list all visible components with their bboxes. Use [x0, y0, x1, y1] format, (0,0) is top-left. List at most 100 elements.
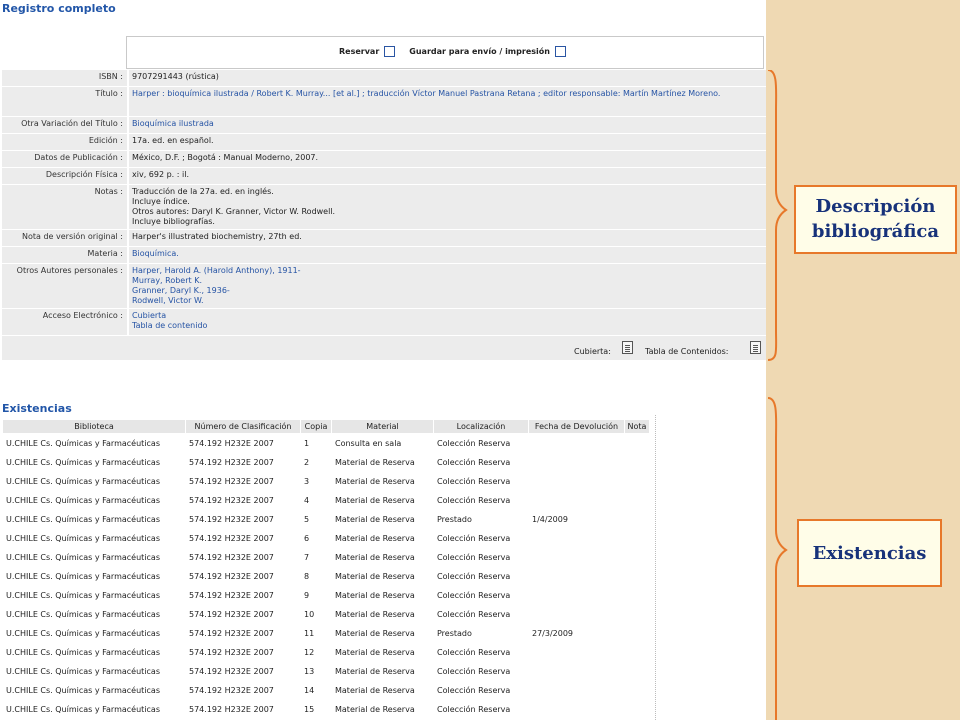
record-row-edicion: Edición : 17a. ed. en español.	[2, 134, 766, 150]
holdings-cell: 574.192 H232E 2007	[189, 590, 274, 600]
holdings-cell: 1/4/2009	[532, 514, 568, 524]
holdings-cell: Material de Reserva	[335, 457, 415, 467]
record-footer: Cubierta: Tabla de Contenidos:	[2, 336, 766, 360]
record-row-acceso: Acceso Electrónico : Cubierta Tabla de c…	[2, 309, 766, 335]
holdings-cell: 574.192 H232E 2007	[189, 666, 274, 676]
holdings-cell	[529, 434, 624, 452]
author-link[interactable]: Granner, Daryl K., 1936-	[132, 286, 763, 296]
holdings-row: U.CHILE Cs. Químicas y Farmacéuticas 574.…	[3, 548, 649, 566]
holdings-cell	[529, 586, 624, 604]
record-row-version-original: Nota de versión original : Harper's illu…	[2, 230, 766, 246]
brace-descripcion	[767, 70, 788, 361]
field-label: Nota de versión original :	[2, 230, 129, 246]
holdings-cell: Material de Reserva	[335, 609, 415, 619]
cubierta-link[interactable]: Cubierta	[132, 311, 763, 321]
holdings-cell: Prestado	[437, 628, 472, 638]
holdings-cell: 574.192 H232E 2007	[189, 438, 274, 448]
annotation-line: Descripción	[815, 196, 936, 217]
field-value-isbn: 9707291443 (rústica)	[129, 70, 766, 86]
holdings-cell: Colección Reserva	[437, 571, 511, 581]
holdings-cell: 574.192 H232E 2007	[189, 609, 274, 619]
holdings-row: U.CHILE Cs. Químicas y Farmacéuticas 574.…	[3, 510, 649, 528]
author-link[interactable]: Rodwell, Victor W.	[132, 296, 763, 306]
holdings-cell: U.CHILE Cs. Químicas y Farmacéuticas	[6, 628, 160, 638]
document-icon[interactable]	[622, 341, 633, 354]
record-table: ISBN : 9707291443 (rústica) Título : Har…	[2, 69, 766, 336]
holdings-cell	[625, 472, 649, 490]
holdings-cell	[529, 662, 624, 680]
catalog-window: Registro completo Reservar Guardar para …	[0, 0, 766, 720]
reservar-checkbox[interactable]	[384, 46, 396, 57]
nota-line: Traducción de la 27a. ed. en inglés.	[132, 187, 274, 196]
holdings-cell	[625, 491, 649, 509]
holdings-cell: Material de Reserva	[335, 571, 415, 581]
field-value-titulo-link[interactable]: Harper : bioquímica ilustrada / Robert K…	[129, 87, 766, 116]
field-label: Descripción Física :	[2, 168, 129, 184]
document-icon[interactable]	[750, 341, 761, 354]
field-value-notas: Traducción de la 27a. ed. en inglés. Inc…	[129, 185, 766, 229]
holdings-cell	[625, 434, 649, 452]
holdings-cell: U.CHILE Cs. Químicas y Farmacéuticas	[6, 590, 160, 600]
tabla-contenido-link[interactable]: Tabla de contenido	[132, 321, 763, 331]
holdings-cell: U.CHILE Cs. Químicas y Farmacéuticas	[6, 552, 160, 562]
field-value-variacion-link[interactable]: Bioquímica ilustrada	[129, 117, 766, 133]
holdings-cell: U.CHILE Cs. Químicas y Farmacéuticas	[6, 609, 160, 619]
holdings-row: U.CHILE Cs. Químicas y Farmacéuticas 574.…	[3, 529, 649, 547]
column-header: Número de Clasificación	[186, 420, 300, 433]
holdings-cell: 574.192 H232E 2007	[189, 571, 274, 581]
holdings-row: U.CHILE Cs. Químicas y Farmacéuticas 574.…	[3, 700, 649, 718]
holdings-row: U.CHILE Cs. Químicas y Farmacéuticas 574.…	[3, 434, 649, 452]
field-value-publicacion: México, D.F. ; Bogotá : Manual Moderno, …	[129, 151, 766, 167]
holdings-row: U.CHILE Cs. Químicas y Farmacéuticas 574.…	[3, 491, 649, 509]
holdings-cell: Material de Reserva	[335, 495, 415, 505]
holdings-cell: Colección Reserva	[437, 438, 511, 448]
field-label: Edición :	[2, 134, 129, 150]
field-value-autores: Harper, Harold A. (Harold Anthony), 1911…	[129, 264, 766, 308]
holdings-cell	[529, 567, 624, 585]
holdings-cell: Colección Reserva	[437, 495, 511, 505]
holdings-cell	[529, 700, 624, 718]
field-value-materia-link[interactable]: Bioquímica.	[129, 247, 766, 263]
holdings-cell: 4	[304, 495, 310, 505]
holdings-cell: U.CHILE Cs. Químicas y Farmacéuticas	[6, 457, 160, 467]
holdings-cell	[625, 681, 649, 699]
holdings-cell: Colección Reserva	[437, 476, 511, 486]
holdings-row: U.CHILE Cs. Químicas y Farmacéuticas 574.…	[3, 643, 649, 661]
holdings-cell: 9	[304, 590, 310, 600]
cubierta-footer-label: Cubierta:	[574, 347, 611, 356]
author-link[interactable]: Murray, Robert K.	[132, 276, 763, 286]
holdings-cell: Colección Reserva	[437, 609, 511, 619]
holdings-cell	[625, 529, 649, 547]
record-row-variacion: Otra Variación del Título : Bioquímica i…	[2, 117, 766, 133]
holdings-cell: U.CHILE Cs. Químicas y Farmacéuticas	[6, 685, 160, 695]
field-value-acceso: Cubierta Tabla de contenido	[129, 309, 766, 335]
column-header: Localización	[434, 420, 528, 433]
holdings-row: U.CHILE Cs. Químicas y Farmacéuticas 574.…	[3, 662, 649, 680]
guardar-checkbox[interactable]	[554, 46, 566, 57]
holdings-cell: U.CHILE Cs. Químicas y Farmacéuticas	[6, 514, 160, 524]
holdings-cell: Consulta en sala	[335, 438, 402, 448]
holdings-header: Biblioteca Número de Clasificación Copia…	[3, 420, 649, 433]
holdings-cell	[625, 586, 649, 604]
dotted-divider	[655, 415, 656, 720]
record-row-notas: Notas : Traducción de la 27a. ed. en ing…	[2, 185, 766, 229]
record-row-titulo: Título : Harper : bioquímica ilustrada /…	[2, 87, 766, 116]
holdings-cell	[529, 472, 624, 490]
column-header: Copia	[301, 420, 331, 433]
record-row-isbn: ISBN : 9707291443 (rústica)	[2, 70, 766, 86]
holdings-cell	[625, 453, 649, 471]
author-link[interactable]: Harper, Harold A. (Harold Anthony), 1911…	[132, 266, 763, 276]
holdings-cell	[625, 567, 649, 585]
holdings-cell: Colección Reserva	[437, 590, 511, 600]
field-label: Materia :	[2, 247, 129, 263]
holdings-cell: U.CHILE Cs. Químicas y Farmacéuticas	[6, 495, 160, 505]
holdings-cell: U.CHILE Cs. Químicas y Farmacéuticas	[6, 647, 160, 657]
holdings-cell	[529, 605, 624, 623]
holdings-cell	[529, 491, 624, 509]
holdings-cell	[529, 453, 624, 471]
holdings-cell: 574.192 H232E 2007	[189, 552, 274, 562]
guardar-label: Guardar para envío / impresión	[409, 47, 550, 56]
holdings-cell: Material de Reserva	[335, 666, 415, 676]
holdings-cell: U.CHILE Cs. Químicas y Farmacéuticas	[6, 533, 160, 543]
holdings-cell: Prestado	[437, 514, 472, 524]
